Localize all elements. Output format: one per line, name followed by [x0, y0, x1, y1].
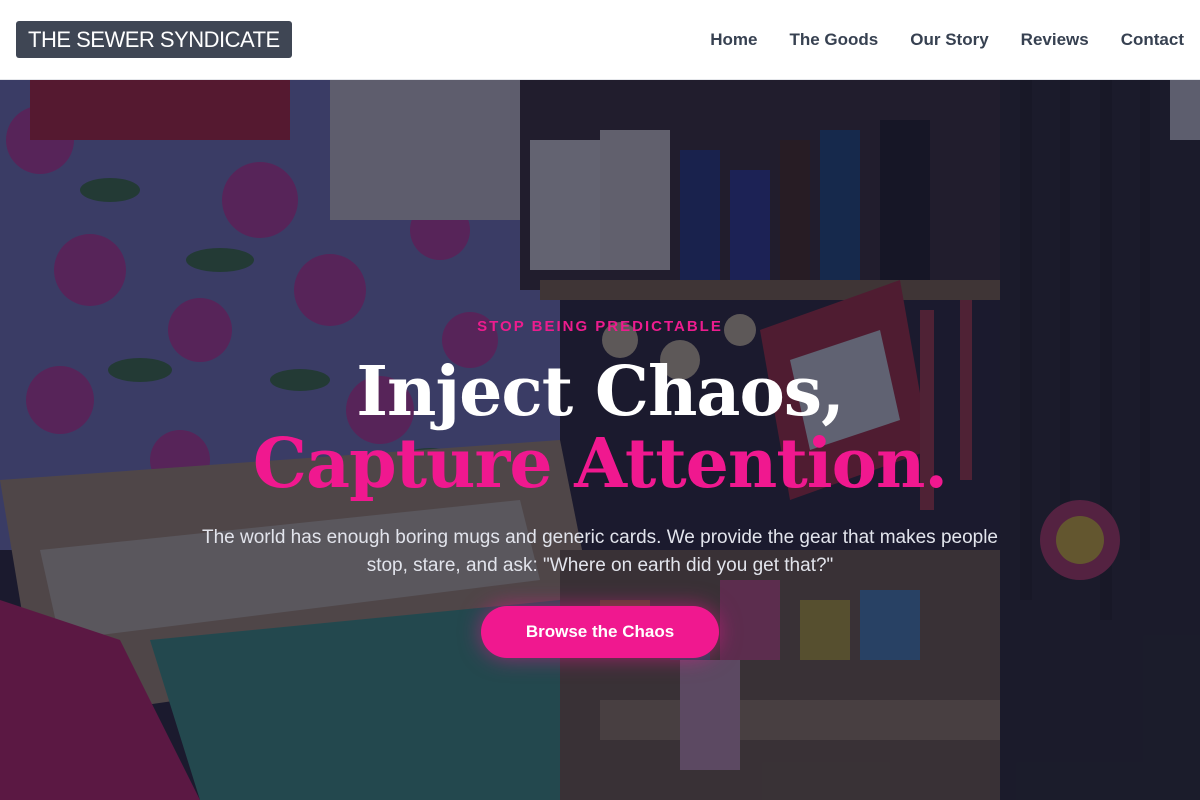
- hero-section: STOP BEING PREDICTABLE Inject Chaos, Cap…: [0, 80, 1200, 800]
- nav-link-reviews[interactable]: Reviews: [1021, 30, 1089, 50]
- hero-headline-line1: Inject Chaos,: [356, 352, 845, 432]
- nav-link-the-goods[interactable]: The Goods: [789, 30, 878, 50]
- nav-link-our-story[interactable]: Our Story: [910, 30, 988, 50]
- hero-subtext: The world has enough boring mugs and gen…: [201, 527, 998, 576]
- hero-content: STOP BEING PREDICTABLE Inject Chaos, Cap…: [0, 80, 1200, 800]
- hero-headline-line2: Capture Attention.: [252, 424, 948, 504]
- brand-logo[interactable]: THE SEWER SYNDICATE: [16, 21, 292, 58]
- nav-links: Home The Goods Our Story Reviews Contact: [710, 30, 1184, 50]
- nav-link-home[interactable]: Home: [710, 30, 757, 50]
- browse-the-chaos-button[interactable]: Browse the Chaos: [481, 606, 719, 658]
- hero-headline: Inject Chaos, Capture Attention.: [0, 356, 1200, 500]
- hero-eyebrow: STOP BEING PREDICTABLE: [477, 318, 723, 335]
- nav-link-contact[interactable]: Contact: [1121, 30, 1184, 50]
- navbar: THE SEWER SYNDICATE Home The Goods Our S…: [0, 0, 1200, 80]
